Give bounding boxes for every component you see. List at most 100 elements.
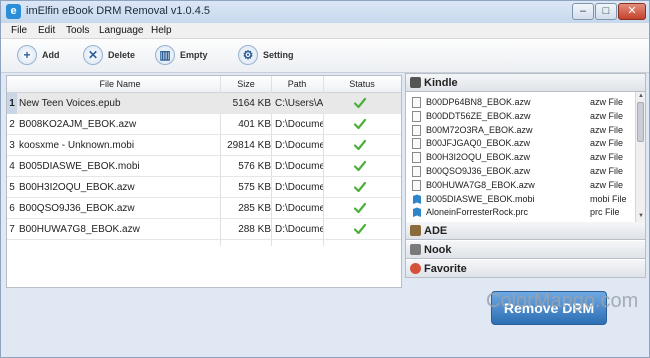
app-window: e imElfin eBook DRM Removal v1.0.4.5 – □…: [0, 0, 650, 358]
checkmark-icon: [353, 222, 367, 236]
file-icon: [412, 166, 421, 177]
menu-tools[interactable]: Tools: [66, 25, 89, 36]
row-number: 6: [9, 203, 15, 214]
header-status[interactable]: Status: [323, 79, 401, 89]
table-row[interactable]: 1New Teen Voices.epub 5164 KB C:\Users\Adm: [7, 93, 401, 114]
checkmark-icon: [353, 159, 367, 173]
nook-icon: [410, 244, 421, 255]
window-title: imElfin eBook DRM Removal v1.0.4.5: [26, 5, 211, 17]
file-name: koosxme - Unknown.mobi: [19, 140, 135, 151]
checkmark-icon: [353, 96, 367, 110]
file-table[interactable]: File Name Size Path Status 1 New Teen Voi…: [6, 75, 402, 288]
menu-file[interactable]: File: [11, 25, 27, 36]
title-bar[interactable]: e imElfin eBook DRM Removal v1.0.4.5 – □…: [1, 1, 649, 23]
minimize-button[interactable]: –: [572, 3, 594, 20]
header-size[interactable]: Size: [221, 79, 271, 89]
table-row[interactable]: 6 B00QSO9J36_EBOK.azw 285 KB D:\Documents: [7, 198, 401, 219]
nook-section-header[interactable]: Nook: [406, 241, 645, 259]
file-icon: [412, 110, 421, 122]
header-path[interactable]: Path: [271, 79, 323, 89]
nook-label: Nook: [424, 244, 452, 256]
ade-label: ADE: [424, 225, 448, 237]
scroll-up-icon[interactable]: ▲: [637, 93, 645, 99]
gear-icon: ⚙: [238, 45, 258, 65]
maximize-button[interactable]: □: [595, 3, 617, 20]
kindle-list-item[interactable]: B00M72O3RA_EBOK.azw azw File: [406, 124, 635, 137]
file-icon: [412, 179, 421, 191]
menu-edit[interactable]: Edit: [38, 25, 55, 36]
file-size: 576 KB: [238, 161, 271, 172]
menu-help[interactable]: Help: [151, 25, 172, 36]
kindle-file-type: azw File: [590, 110, 624, 121]
trash-icon: ▥: [155, 45, 175, 65]
kindle-icon: [410, 77, 421, 88]
kindle-list-item[interactable]: B00HUWA7G8_EBOK.azw azw File: [406, 179, 635, 192]
kindle-file-type: azw File: [590, 179, 624, 190]
file-size: 5164 KB: [232, 98, 271, 109]
table-row[interactable]: 7 B00HUWA7G8_EBOK.azw 288 KB D:\Documents: [7, 219, 401, 240]
close-button[interactable]: ✕: [618, 3, 646, 20]
kindle-file-name: B00H3I2OQU_EBOK.azw: [426, 152, 531, 163]
scroll-down-icon[interactable]: ▼: [637, 213, 645, 219]
file-name: B00HUWA7G8_EBOK.azw: [19, 224, 140, 235]
file-size: 288 KB: [238, 224, 271, 235]
file-name: B00H3I2OQU_EBOK.azw: [19, 182, 135, 193]
book-icon: [412, 207, 421, 218]
kindle-file-type: azw File: [590, 124, 624, 135]
file-path: D:\Documents: [275, 161, 323, 172]
table-row[interactable]: 2 B008KO2AJM_EBOK.azw 401 KB D:\Documents: [7, 114, 401, 135]
file-path: D:\Documents: [275, 224, 323, 235]
kindle-list-item[interactable]: B00DDT56ZE_EBOK.azw azw File: [406, 110, 635, 123]
kindle-list-item[interactable]: B00DP64BN8_EBOK.azw azw File: [406, 96, 635, 109]
add-label: Add: [42, 50, 60, 60]
kindle-list-item[interactable]: B005DIASWE_EBOK.mobi mobi File: [406, 193, 635, 206]
row-number: 5: [9, 182, 15, 193]
row-number: 7: [9, 224, 15, 235]
kindle-list-item[interactable]: B00QSO9J36_EBOK.azw azw File: [406, 165, 635, 178]
header-file-name[interactable]: File Name: [19, 79, 221, 89]
kindle-file-type: mobi File: [590, 193, 627, 204]
file-path: D:\Documents: [275, 140, 323, 151]
table-row[interactable]: 3 koosxme - Unknown.mobi 29814 KB D:\Docume…: [7, 135, 401, 156]
file-name: New Teen Voices.epub: [19, 98, 121, 109]
kindle-list-item[interactable]: AloneinForresterRock.prc prc File: [406, 206, 635, 219]
file-name: B00QSO9J36_EBOK.azw: [19, 203, 135, 214]
table-header: File Name Size Path Status: [7, 76, 401, 93]
file-icon: [412, 138, 421, 150]
kindle-label: Kindle: [424, 77, 458, 89]
file-size: 285 KB: [238, 203, 271, 214]
menu-language[interactable]: Language: [99, 25, 144, 36]
scroll-thumb[interactable]: [637, 102, 644, 142]
menu-bar: File Edit Tools Language Help: [1, 23, 649, 39]
file-icon: [412, 124, 421, 136]
kindle-file-name: B00QSO9J36_EBOK.azw: [426, 166, 531, 176]
kindle-file-name: B00M72O3RA_EBOK.azw: [426, 124, 533, 135]
kindle-file-type: prc File: [590, 207, 620, 218]
kindle-list-item[interactable]: B00JFJGAQ0_EBOK.azw azw File: [406, 137, 635, 150]
kindle-section-header[interactable]: Kindle: [406, 74, 645, 92]
delete-label: Delete: [108, 50, 136, 60]
kindle-scrollbar[interactable]: ▲ ▼: [635, 92, 645, 222]
book-icon: [412, 194, 421, 205]
favorite-section-header[interactable]: Favorite: [406, 260, 645, 278]
ade-icon: [410, 225, 421, 236]
checkmark-icon: [353, 201, 367, 215]
ebook-app-icon: e: [6, 4, 21, 19]
plus-icon: +: [17, 45, 37, 65]
heart-icon: [410, 263, 421, 274]
kindle-file-type: azw File: [590, 152, 624, 163]
table-row[interactable]: 5 B00H3I2OQU_EBOK.azw 575 KB D:\Documents: [7, 177, 401, 198]
kindle-file-list[interactable]: B00DP64BN8_EBOK.azw azw File B00DDT56ZE_EB…: [406, 92, 645, 222]
kindle-file-name: B00HUWA7G8_EBOK.azw: [426, 179, 535, 190]
kindle-list-item[interactable]: B00H3I2OQU_EBOK.azw azw File: [406, 151, 635, 164]
watermark: ColorMango.com: [486, 290, 639, 312]
checkmark-icon: [353, 117, 367, 131]
kindle-file-name: B005DIASWE_EBOK.mobi: [426, 193, 535, 204]
table-row[interactable]: 4 B005DIASWE_EBOK.mobi 576 KB D:\Documents: [7, 156, 401, 177]
kindle-file-name: B00JFJGAQ0_EBOK.azw: [426, 138, 531, 149]
file-name: B008KO2AJM_EBOK.azw: [19, 119, 137, 130]
file-path: D:\Documents: [275, 182, 323, 193]
ade-section-header[interactable]: ADE: [406, 222, 645, 240]
file-size: 401 KB: [238, 119, 271, 130]
kindle-file-type: azw File: [590, 97, 624, 107]
